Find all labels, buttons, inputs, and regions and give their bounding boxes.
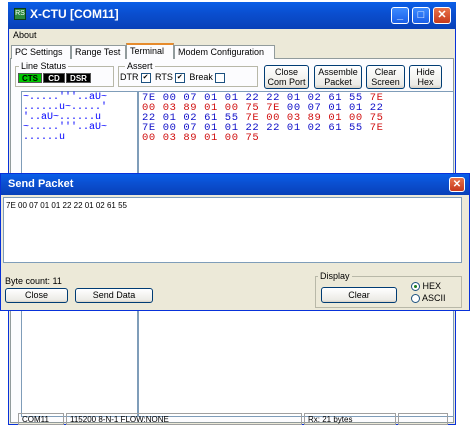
display-label: Display [318,271,352,281]
assemble-line1: Assemble [318,67,358,77]
hex-line: 00 03 89 01 00 75 [142,132,260,144]
hex-radio[interactable]: HEX [411,281,442,292]
dsr-indicator: DSR [66,73,91,83]
clear-screen-line1: Clear [374,67,397,77]
dtr-checkbox[interactable]: ✔ [140,72,151,83]
packet-text: 7E 00 07 01 01 22 22 01 02 61 55 [6,201,127,210]
close-com-port-button[interactable]: Close Com Port [264,65,309,89]
tab-terminal[interactable]: Terminal [126,43,174,59]
close-button[interactable]: Close [5,288,68,303]
assemble-line2: Packet [324,77,352,87]
close-icon[interactable]: ✕ [433,7,451,24]
tab-range-test[interactable]: Range Test [71,45,126,59]
send-data-button[interactable]: Send Data [75,288,153,303]
hide-hex-button[interactable]: Hide Hex [409,65,442,89]
minimize-icon[interactable]: _ [391,7,409,24]
status-settings: 115200 8-N-1 FLOW:NONE [66,413,302,425]
close-com-line2: Com Port [267,77,306,87]
cts-indicator: CTS [18,73,42,83]
window-title: X-CTU [COM11] [30,7,119,21]
break-label: Break [189,72,213,82]
dialog-close-icon[interactable]: ✕ [449,177,465,192]
menu-bar: About [9,29,455,43]
ascii-radio-label: ASCII [422,293,446,303]
rts-checkbox[interactable]: ✔ [174,72,185,83]
title-bar[interactable]: RS X-CTU [COM11] _ □ ✕ [8,2,456,29]
status-port: COM11 [18,413,64,425]
cd-indicator: CD [43,73,65,83]
dialog-title-bar[interactable]: Send Packet ✕ [1,174,469,195]
dtr-label: DTR [120,72,139,82]
hex-segment: 7E [369,122,384,134]
packet-input[interactable]: 7E 00 07 01 01 22 22 01 02 61 55 [3,197,462,263]
status-extra [398,413,448,425]
line-status-label: Line Status [19,61,69,71]
tab-modem-configuration[interactable]: Modem Configuration [174,45,275,59]
hide-hex-line1: Hide [416,67,435,77]
menu-about[interactable]: About [13,30,37,40]
tab-pc-settings[interactable]: PC Settings [11,45,71,59]
assert-label: Assert [125,61,155,71]
hex-radio-dot [411,282,420,292]
hex-segment: 00 03 89 01 00 75 [142,132,260,144]
maximize-icon[interactable]: □ [412,7,430,24]
byte-count: Byte count: 11 [5,276,62,286]
clear-screen-line2: Screen [371,77,400,87]
clear-button[interactable]: Clear [321,287,397,303]
status-rx: Rx: 21 bytes [304,413,396,425]
send-packet-dialog: Send Packet ✕ 7E 00 07 01 01 22 22 01 02… [0,173,470,311]
break-checkbox[interactable] [214,72,225,83]
ascii-radio-dot [411,294,420,304]
hide-hex-line2: Hex [417,77,434,87]
close-com-line1: Close [274,67,298,77]
ascii-line: ......u [23,132,66,143]
clear-screen-button[interactable]: Clear Screen [366,65,405,89]
dialog-title: Send Packet [8,178,74,190]
assemble-packet-button[interactable]: Assemble Packet [314,65,362,89]
assert-controls: DTR ✔ RTS ✔ Break [120,72,227,83]
ascii-radio[interactable]: ASCII [411,293,446,304]
hex-radio-label: HEX [422,281,442,291]
app-icon: RS [14,8,26,20]
rts-label: RTS [155,72,173,82]
